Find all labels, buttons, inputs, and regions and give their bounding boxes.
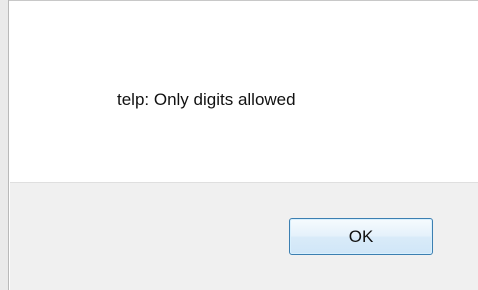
dialog-button-bar: OK: [10, 182, 478, 290]
dialog-content: telp: Only digits allowed: [10, 1, 478, 182]
dialog-left-border: [0, 0, 9, 290]
ok-button[interactable]: OK: [289, 218, 433, 255]
alert-dialog: telp: Only digits allowed OK: [0, 0, 478, 290]
dialog-message: telp: Only digits allowed: [117, 90, 296, 109]
